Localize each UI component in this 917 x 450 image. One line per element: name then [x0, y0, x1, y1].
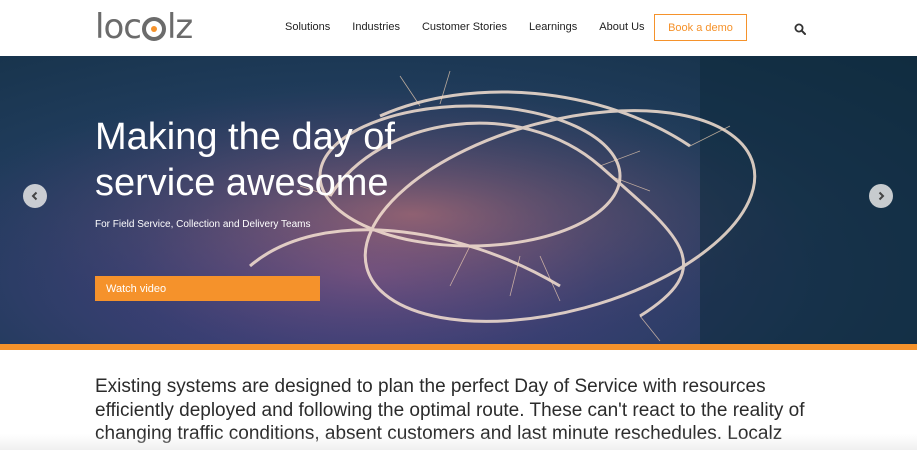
localz-logo[interactable]: loc lz: [95, 7, 193, 47]
main-nav: Solutions Industries Customer Stories Le…: [285, 21, 667, 33]
carousel-prev-button[interactable]: [23, 184, 47, 208]
site-header: loc lz Solutions Industries Customer Sto…: [0, 0, 917, 56]
logo-text-left: loc: [95, 7, 142, 47]
logo-pin-icon: [141, 17, 166, 41]
nav-item-solutions[interactable]: Solutions: [285, 21, 330, 33]
nav-item-industries[interactable]: Industries: [352, 21, 400, 33]
bottom-fade: [0, 434, 917, 450]
book-demo-button[interactable]: Book a demo: [654, 14, 747, 41]
hero-accent-bar: [0, 344, 917, 350]
search-icon[interactable]: [794, 23, 806, 35]
hero-title: Making the day of service awesome: [95, 116, 395, 204]
nav-item-learnings[interactable]: Learnings: [529, 21, 577, 33]
chevron-right-icon: [878, 191, 885, 201]
nav-item-about-us[interactable]: About Us: [599, 21, 644, 33]
watch-video-button[interactable]: Watch video: [95, 276, 320, 301]
hero-subtitle: For Field Service, Collection and Delive…: [95, 219, 311, 230]
hero-banner: Making the day of service awesome For Fi…: [0, 56, 917, 344]
nav-item-customer-stories[interactable]: Customer Stories: [422, 21, 507, 33]
logo-text-right: lz: [166, 7, 193, 47]
carousel-next-button[interactable]: [869, 184, 893, 208]
chevron-left-icon: [31, 191, 38, 201]
